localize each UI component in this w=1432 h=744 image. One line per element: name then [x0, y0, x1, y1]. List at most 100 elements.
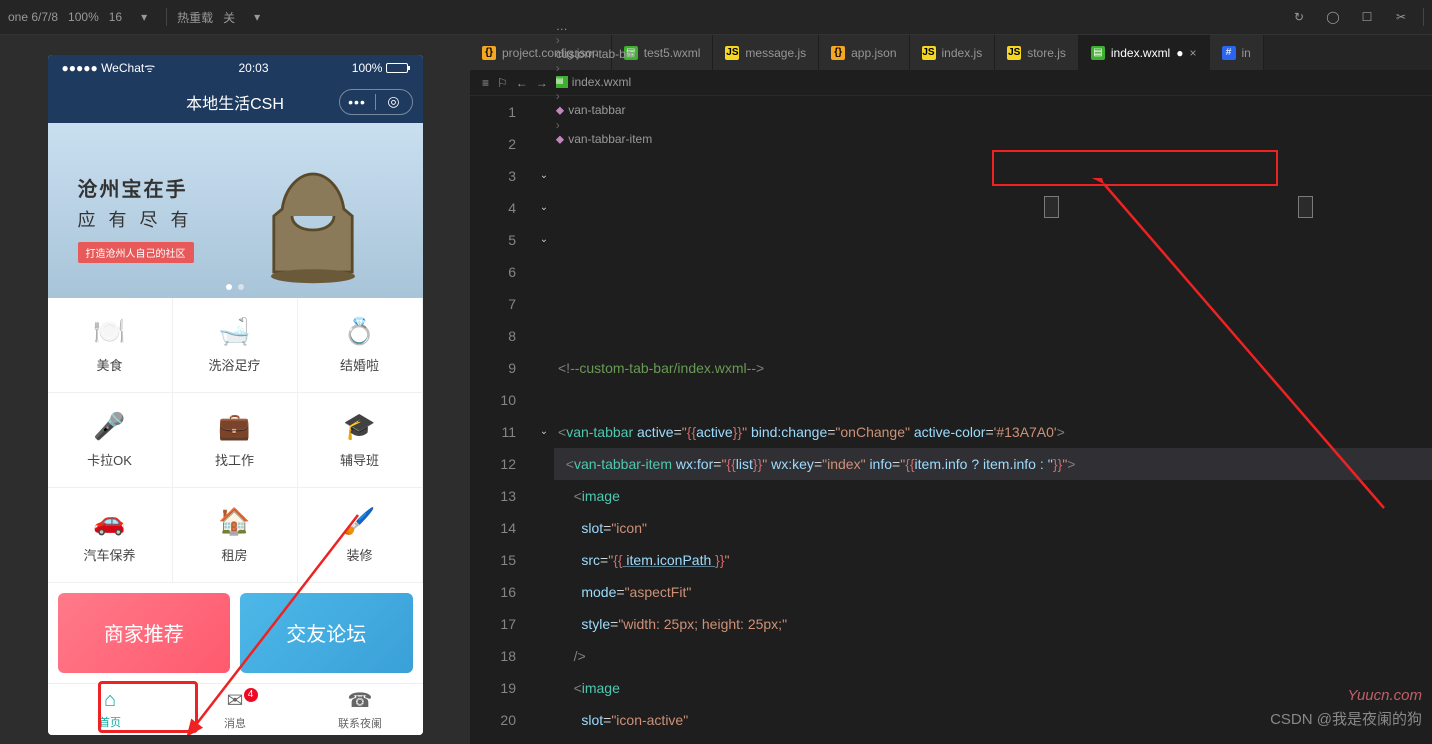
grid-item[interactable]: 🎓辅导班 — [298, 393, 423, 488]
fold-icon[interactable] — [534, 256, 554, 288]
editor-tab[interactable]: JSmessage.js — [713, 35, 819, 70]
hotreload-state[interactable]: 关 — [223, 9, 235, 26]
bookmark-icon[interactable]: ⚐ — [497, 76, 508, 90]
breadcrumb-item[interactable]: custom-tab-bar — [556, 47, 652, 61]
fold-icon[interactable] — [534, 704, 554, 736]
fold-icon[interactable]: ⌄ — [534, 192, 554, 224]
more-icon[interactable]: ••• — [340, 94, 376, 110]
tabbar-item[interactable]: ⌂首页 — [48, 684, 173, 735]
code-line[interactable]: <!--custom-tab-bar/index.wxml--> — [554, 352, 1432, 384]
feature-card[interactable]: 商家推荐 — [58, 593, 231, 673]
editor-tab[interactable]: {}app.json — [819, 35, 909, 70]
fold-icon[interactable] — [534, 320, 554, 352]
zoom-label[interactable]: 100% — [68, 10, 99, 24]
grid-item[interactable]: 🚗汽车保养 — [48, 488, 173, 583]
fold-icon[interactable] — [534, 736, 554, 744]
fold-icon[interactable] — [534, 448, 554, 480]
line-number: 2 — [470, 128, 516, 160]
wifi-icon: ᯤ — [144, 61, 155, 75]
tab-label: store.js — [1027, 46, 1066, 60]
tab-label: app.json — [851, 46, 896, 60]
fold-icon[interactable]: ⌄ — [534, 416, 554, 448]
code-line[interactable]: <image — [554, 672, 1432, 704]
line-number: 10 — [470, 384, 516, 416]
back-icon[interactable]: ← — [516, 76, 528, 90]
code-line[interactable]: /> — [554, 640, 1432, 672]
fold-icon[interactable]: ⌄ — [534, 224, 554, 256]
code-line[interactable] — [554, 384, 1432, 416]
highlight-box — [992, 150, 1278, 186]
code-line[interactable]: mode="aspectFit" — [554, 576, 1432, 608]
file-js-icon: JS — [1007, 46, 1021, 60]
category-label: 装修 — [346, 545, 372, 564]
fold-icon[interactable] — [534, 128, 554, 160]
grid-item[interactable]: 💍结婚啦 — [298, 298, 423, 393]
close-icon[interactable]: × — [1189, 46, 1196, 60]
category-icon: 🎤 — [93, 411, 125, 442]
refresh-icon[interactable]: ↻ — [1287, 5, 1311, 29]
editor-tab[interactable]: ▤index.wxml●× — [1079, 35, 1210, 70]
chevron-down-icon[interactable]: ▾ — [132, 5, 156, 29]
fold-icon[interactable] — [534, 672, 554, 704]
grid-item[interactable]: 🏠租房 — [173, 488, 298, 583]
grid-item[interactable]: 🖌️装修 — [298, 488, 423, 583]
category-icon: 💍 — [343, 316, 375, 347]
badge: 4 — [244, 688, 258, 702]
phone-preview: ●●●●● WeChatᯤ 20:03 100% 本地生活CSH •••◎ 沧州… — [48, 55, 423, 735]
line-number: 13 — [470, 480, 516, 512]
grid-item[interactable]: 🛁洗浴足疗 — [173, 298, 298, 393]
code-line[interactable]: <van-tabbar active="{{active}}" bind:cha… — [554, 416, 1432, 448]
fold-icon[interactable] — [534, 544, 554, 576]
target-icon[interactable]: ◎ — [376, 93, 412, 110]
editor-tab[interactable]: JS store.js — [995, 35, 1079, 70]
stop-icon[interactable]: ◯ — [1321, 5, 1345, 29]
code-line[interactable]: <image — [554, 480, 1432, 512]
code-line[interactable]: src="{{ item.iconPath }}" — [554, 544, 1432, 576]
category-icon: 🛁 — [218, 316, 250, 347]
code-line[interactable]: style="width: 25px; height: 25px;" — [554, 608, 1432, 640]
fold-icon[interactable]: ⌄ — [534, 160, 554, 192]
category-label: 卡拉OK — [87, 450, 132, 469]
line-number: 17 — [470, 608, 516, 640]
feature-card[interactable]: 交友论坛 — [240, 593, 413, 673]
battery-label: 100% — [352, 61, 383, 75]
code-line[interactable]: src="{{ item.selectedIconPath }}" — [554, 736, 1432, 744]
code-line[interactable]: <van-tabbar-item wx:for="{{list}}" wx:ke… — [554, 448, 1432, 480]
fold-icon[interactable] — [534, 512, 554, 544]
chevron-down-icon[interactable]: ▾ — [245, 5, 269, 29]
line-number: 12 — [470, 448, 516, 480]
editor-tab[interactable]: JSindex.js — [910, 35, 996, 70]
banner-image — [243, 153, 383, 293]
fold-icon[interactable] — [534, 96, 554, 128]
fold-icon[interactable] — [534, 608, 554, 640]
tab-label: in — [1242, 46, 1251, 60]
banner[interactable]: 沧州宝在手 应 有 尽 有 打造沧州人自己的社区 — [48, 123, 423, 298]
code-line[interactable]: slot="icon" — [554, 512, 1432, 544]
breadcrumb-item[interactable]: … — [556, 19, 652, 33]
fold-icon[interactable] — [534, 288, 554, 320]
menu-icon[interactable]: ≡ — [482, 76, 489, 90]
fold-icon[interactable] — [534, 640, 554, 672]
tab-icon: ⌂ — [104, 689, 116, 712]
banner-line1: 沧州宝在手 — [78, 173, 194, 202]
code-editor[interactable]: 123456789101112131415161718192021 ⌄⌄⌄⌄ <… — [470, 96, 1432, 744]
line-number: 6 — [470, 256, 516, 288]
breadcrumb-item[interactable]: ▤ index.wxml — [556, 75, 652, 89]
grid-item[interactable]: 💼找工作 — [173, 393, 298, 488]
capsule-button[interactable]: •••◎ — [339, 89, 413, 115]
tabbar-item[interactable]: ✉消息4 — [173, 684, 298, 735]
grid-item[interactable]: 🍽️美食 — [48, 298, 173, 393]
editor-tab[interactable]: #in — [1210, 35, 1264, 70]
fold-icon[interactable] — [534, 480, 554, 512]
cut-icon[interactable]: ✂ — [1389, 5, 1413, 29]
tab-icon: ☎ — [348, 688, 373, 713]
fold-icon[interactable] — [534, 384, 554, 416]
grid-item[interactable]: 🎤 卡拉OK — [48, 393, 173, 488]
fold-icon[interactable] — [534, 352, 554, 384]
forward-icon[interactable]: → — [536, 76, 548, 90]
time-label: 20:03 — [238, 61, 268, 75]
fold-icon[interactable] — [534, 576, 554, 608]
fontsize-label[interactable]: 16 — [109, 10, 122, 24]
device-icon[interactable]: ☐ — [1355, 5, 1379, 29]
tabbar-item[interactable]: ☎联系夜阑 — [298, 684, 423, 735]
